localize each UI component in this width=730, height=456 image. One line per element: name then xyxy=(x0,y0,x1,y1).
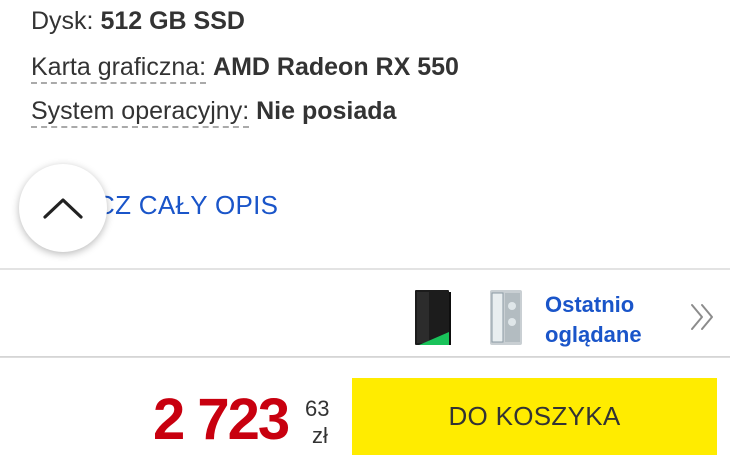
recently-viewed-expand[interactable] xyxy=(688,302,718,337)
pc-tower-silver-glass-icon xyxy=(490,290,522,345)
collapse-button[interactable] xyxy=(19,164,107,252)
recently-viewed-item[interactable] xyxy=(487,288,527,353)
spec-row-operating-system: System operacyjny: Nie posiada xyxy=(31,96,397,128)
spec-value: Nie posiada xyxy=(256,97,397,125)
price-currency: zł xyxy=(312,423,328,448)
spec-row-graphics-card: Karta graficzna: AMD Radeon RX 550 xyxy=(31,52,459,84)
spec-value: 512 GB SSD xyxy=(100,7,245,35)
chevron-up-icon xyxy=(43,198,83,219)
read-full-description-link[interactable]: CZ CAŁY OPIS xyxy=(96,190,278,221)
spec-value: AMD Radeon RX 550 xyxy=(213,53,459,81)
recently-viewed-item[interactable] xyxy=(413,288,453,353)
price-decimal: 63 xyxy=(305,396,330,421)
spec-row-disk: Dysk: 512 GB SSD xyxy=(31,6,245,36)
double-chevron-right-icon xyxy=(691,304,713,330)
add-to-cart-button[interactable]: DO KOSZYKA xyxy=(352,378,717,455)
price-integer: 2 723 xyxy=(153,387,290,452)
spec-key-tooltip-link[interactable]: System operacyjny: xyxy=(31,97,250,128)
spec-key: Dysk: xyxy=(31,7,94,35)
pc-tower-black-green-icon xyxy=(415,290,451,345)
spec-key-tooltip-link[interactable]: Karta graficzna: xyxy=(31,53,207,84)
recently-viewed-label[interactable]: Ostatnio oglądane xyxy=(545,290,642,350)
